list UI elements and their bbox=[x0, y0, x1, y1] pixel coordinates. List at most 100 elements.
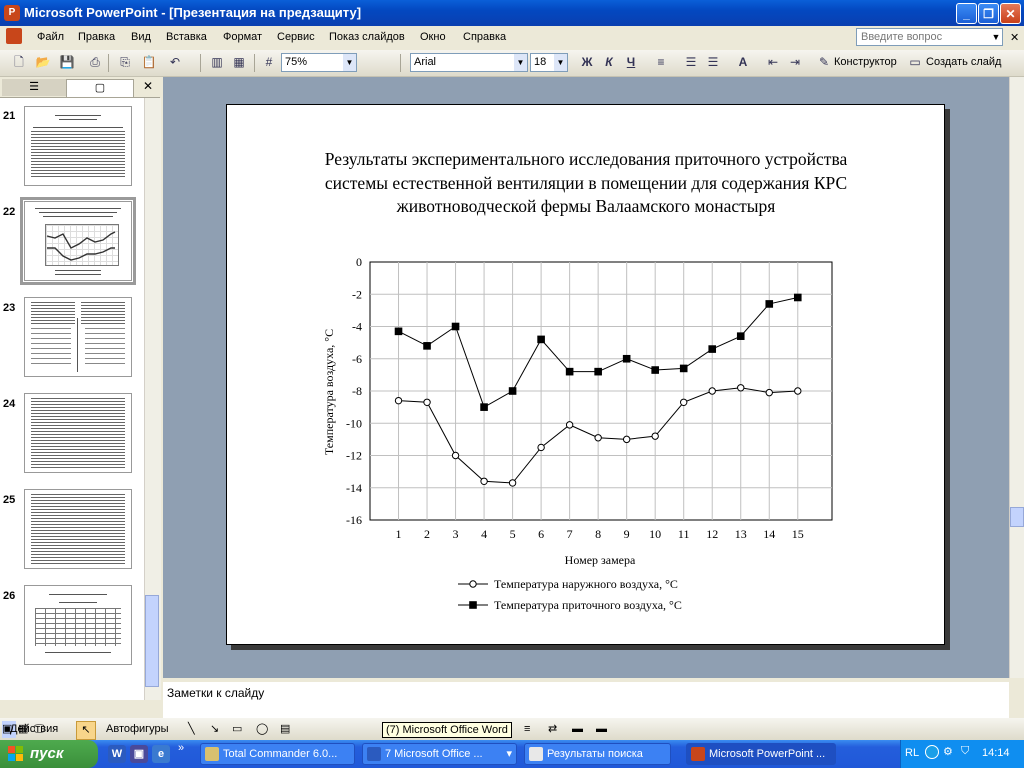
start-label: пуск bbox=[30, 745, 64, 762]
save-icon[interactable]: 💾 bbox=[58, 53, 76, 71]
menu-file[interactable]: Файл bbox=[37, 31, 64, 43]
decrease-indent-icon[interactable]: ⇤ bbox=[764, 53, 782, 71]
rectangle-tool-icon[interactable]: ▭ bbox=[232, 721, 242, 738]
data-point-supply bbox=[765, 300, 774, 308]
3d-icon[interactable]: ▬ bbox=[596, 721, 607, 738]
save-quicklaunch-icon[interactable]: ▣ bbox=[130, 745, 148, 763]
data-point-outdoor bbox=[708, 387, 716, 395]
task-search-results[interactable]: Результаты поиска bbox=[524, 743, 671, 765]
x-tick-label: 15 bbox=[792, 527, 804, 541]
document-icon[interactable] bbox=[6, 28, 22, 44]
panel-close-icon[interactable]: ✕ bbox=[141, 79, 155, 94]
data-point-outdoor bbox=[565, 421, 574, 429]
task-total-commander[interactable]: Total Commander 6.0... bbox=[200, 743, 355, 765]
task-word[interactable]: 7 Microsoft Office ... ▾ bbox=[362, 743, 517, 765]
quicklaunch-more-icon[interactable]: » bbox=[178, 742, 184, 754]
x-tick-label: 14 bbox=[763, 527, 775, 541]
new-slide-icon[interactable]: ▭ bbox=[906, 53, 924, 71]
paste-icon[interactable]: 📋 bbox=[140, 53, 158, 71]
designer-icon[interactable]: ✎ bbox=[815, 53, 833, 71]
new-slide-button[interactable]: Создать слайд bbox=[926, 56, 1001, 68]
designer-button[interactable]: Конструктор bbox=[834, 56, 897, 68]
new-file-icon[interactable]: 🗋 bbox=[10, 53, 28, 71]
numbered-list-icon[interactable]: ☰ bbox=[682, 53, 700, 71]
tab-slides[interactable]: ▢ bbox=[66, 79, 134, 97]
word-quicklaunch-icon[interactable]: W bbox=[108, 745, 126, 763]
oval-tool-icon[interactable]: ◯ bbox=[256, 721, 268, 738]
tray-help-icon[interactable] bbox=[925, 745, 939, 759]
arrow-style-icon[interactable]: ⇄ bbox=[548, 721, 557, 738]
menu-edit[interactable]: Правка bbox=[78, 31, 115, 43]
data-point-supply bbox=[736, 332, 745, 340]
help-dropdown-icon[interactable]: ▼ bbox=[990, 29, 1002, 45]
textbox-tool-icon[interactable]: ▤ bbox=[280, 721, 290, 738]
font-select[interactable]: Arial bbox=[410, 53, 528, 72]
copy-icon[interactable]: ⎘ bbox=[116, 53, 134, 71]
y-tick-label: -10 bbox=[346, 416, 362, 430]
menu-help[interactable]: Справка bbox=[463, 31, 506, 43]
menu-slide-show[interactable]: Показ слайдов bbox=[329, 31, 405, 43]
slide-thumbnail[interactable] bbox=[24, 585, 132, 665]
bold-button[interactable]: Ж bbox=[578, 53, 596, 71]
data-point-outdoor bbox=[480, 477, 488, 486]
autoshapes-menu[interactable]: Автофигуры bbox=[106, 721, 169, 738]
slide-thumbnail-selected[interactable] bbox=[20, 197, 136, 285]
align-center-icon[interactable]: ≡ bbox=[652, 53, 670, 71]
slide-title[interactable]: Результаты экспериментального исследован… bbox=[296, 148, 876, 219]
data-point-outdoor bbox=[622, 435, 631, 444]
language-indicator[interactable]: RL bbox=[905, 747, 919, 759]
select-pointer-icon[interactable]: ↖ bbox=[76, 721, 96, 740]
increase-font-icon[interactable]: A bbox=[734, 53, 752, 71]
task-powerpoint[interactable]: Microsoft PowerPoint ... bbox=[686, 743, 836, 765]
font-size-dropdown-icon[interactable]: ▼ bbox=[554, 54, 567, 71]
font-dropdown-icon[interactable]: ▼ bbox=[514, 54, 527, 71]
grid-icon[interactable]: # bbox=[260, 53, 278, 71]
tab-outline[interactable]: ☰ bbox=[2, 79, 66, 96]
window-title: Microsoft PowerPoint - [Презентация на п… bbox=[24, 5, 362, 20]
underline-button[interactable]: Ч bbox=[622, 53, 640, 71]
slide-thumbnail[interactable] bbox=[24, 297, 132, 377]
increase-indent-icon[interactable]: ⇥ bbox=[786, 53, 804, 71]
menu-format[interactable]: Формат bbox=[223, 31, 262, 43]
panel-scrollbar-thumb[interactable] bbox=[145, 595, 159, 687]
data-point-supply bbox=[394, 327, 403, 336]
y-tick-label: 0 bbox=[356, 255, 362, 269]
minimize-button[interactable]: _ bbox=[956, 3, 977, 24]
print-icon[interactable]: ⎙ bbox=[86, 53, 104, 71]
ie-quicklaunch-icon[interactable]: e bbox=[152, 745, 170, 763]
shadow-icon[interactable]: ▬ bbox=[572, 721, 583, 738]
x-axis-label: Номер замера bbox=[565, 553, 636, 567]
help-search-input[interactable]: Введите вопрос bbox=[856, 28, 1003, 46]
notes-pane[interactable] bbox=[163, 682, 1009, 718]
separator bbox=[200, 54, 201, 72]
menu-insert[interactable]: Вставка bbox=[166, 31, 207, 43]
slide-thumbnail[interactable] bbox=[24, 489, 132, 569]
tray-network-icon[interactable]: ⚙ bbox=[943, 745, 957, 759]
restore-button[interactable]: ❐ bbox=[978, 3, 999, 24]
arrow-tool-icon[interactable]: ↘ bbox=[210, 721, 219, 738]
actions-menu[interactable]: Действия bbox=[10, 721, 58, 738]
slide-thumbnail[interactable] bbox=[24, 106, 132, 186]
menu-view[interactable]: Вид bbox=[131, 31, 151, 43]
line-style-icon[interactable]: ≡ bbox=[524, 721, 530, 738]
zoom-dropdown-icon[interactable]: ▼ bbox=[343, 54, 356, 71]
open-folder-icon[interactable]: 📂 bbox=[34, 53, 52, 71]
insert-chart-icon[interactable]: ▥ bbox=[208, 53, 226, 71]
bulleted-list-icon[interactable]: ☰ bbox=[704, 53, 722, 71]
slide-thumbnail[interactable] bbox=[24, 393, 132, 473]
insert-table-icon[interactable]: ▦ bbox=[230, 53, 248, 71]
close-button[interactable]: ✕ bbox=[1000, 3, 1021, 24]
separator bbox=[108, 54, 109, 72]
menu-window[interactable]: Окно bbox=[420, 31, 446, 43]
menu-tools[interactable]: Сервис bbox=[277, 31, 315, 43]
italic-button[interactable]: К bbox=[600, 53, 618, 71]
line-tool-icon[interactable]: ╲ bbox=[188, 721, 195, 738]
taskbar-clock: 14:14 bbox=[982, 747, 1010, 759]
undo-icon[interactable]: ↶ bbox=[166, 53, 184, 71]
slide-number: 25 bbox=[3, 494, 16, 506]
tray-shield-icon[interactable]: ⛉ bbox=[961, 745, 975, 759]
doc-close-icon[interactable]: ✕ bbox=[1010, 31, 1019, 44]
powerpoint-app-icon[interactable]: P bbox=[4, 5, 20, 21]
line-chart: 0-2-4-6-8-10-12-14-16 1 2 3 4 5 6 7 8 9 10 11 12 13 1… bbox=[322, 255, 833, 612]
editor-vertical-scrollbar[interactable] bbox=[1009, 77, 1024, 680]
